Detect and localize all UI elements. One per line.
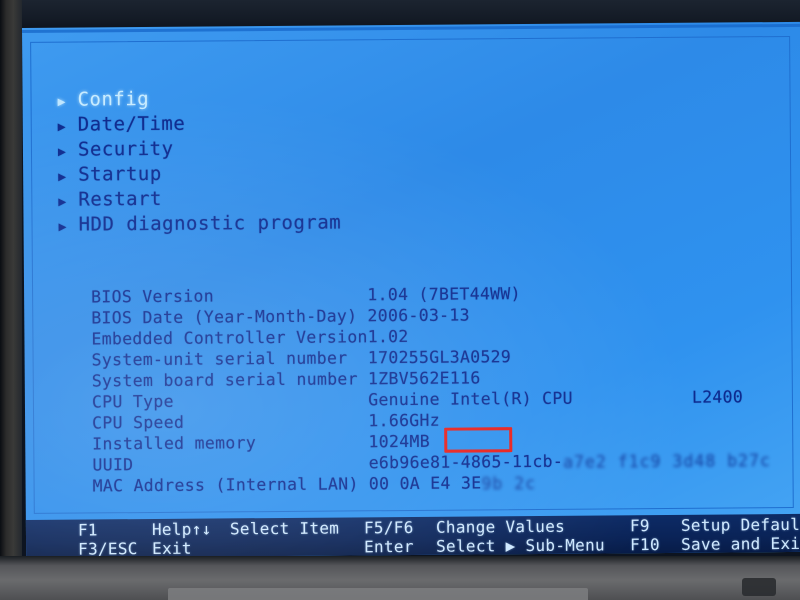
- info-label: Installed memory: [92, 433, 257, 454]
- chevron-right-icon: ▶: [58, 194, 67, 210]
- menu-item-security[interactable]: ▶ Security: [58, 136, 341, 163]
- info-label: System-unit serial number: [91, 348, 348, 370]
- info-label: CPU Speed: [92, 412, 185, 433]
- menu-item-restart[interactable]: ▶ Restart: [58, 186, 341, 213]
- help-action-select-item: Select Item: [229, 518, 340, 539]
- bios-screen: ▶ Config ▶ Date/Time ▶ Security ▶ Startu…: [22, 21, 800, 559]
- bios-content-panel: ▶ Config ▶ Date/Time ▶ Security ▶ Startu…: [30, 35, 794, 514]
- info-value: 00 0A E4 3E: [368, 473, 482, 494]
- menu-item-hdd-diagnostic-program[interactable]: ▶ HDD diagnostic program: [58, 210, 342, 237]
- menu-item-config[interactable]: ▶ Config: [57, 86, 340, 113]
- info-value-cpu-model: L2400: [691, 387, 744, 407]
- laptop-bezel-left: [0, 0, 22, 600]
- laptop-bezel-hinge-strip: [168, 588, 588, 600]
- menu-item-date-time[interactable]: ▶ Date/Time: [58, 111, 341, 138]
- info-value: 1.02: [367, 326, 409, 347]
- help-key-f9[interactable]: F9: [630, 516, 650, 535]
- menu-item-label: HDD diagnostic program: [78, 211, 342, 236]
- help-key-enter[interactable]: Enter: [364, 537, 414, 556]
- help-action-setup-defaults: Setup Defaults: [680, 514, 800, 535]
- info-label: UUID: [92, 455, 134, 475]
- bios-help-bar: F1 Help↑↓ Select Item F5/F6 Change Value…: [25, 513, 800, 559]
- menu-item-label: Startup: [78, 162, 162, 186]
- help-action-save-and-exit: Save and Exit: [681, 533, 800, 554]
- info-label: Embedded Controller Version: [91, 327, 368, 349]
- info-label: BIOS Version: [91, 286, 214, 307]
- chevron-right-icon: ▶: [57, 119, 67, 135]
- uuid-redacted-tail: a7e2 f1c9 3d48 b27c: [563, 451, 771, 472]
- info-value: 2006-03-13: [367, 305, 470, 326]
- system-information-table: BIOS Version 1.04 (7BET44WW) BIOS Date (…: [91, 281, 771, 496]
- menu-item-label: Restart: [78, 187, 163, 211]
- info-row-mac-address: MAC Address (Internal LAN) 00 0A E4 3E9b…: [93, 470, 772, 496]
- info-value: 170255GL3A0529: [367, 347, 512, 368]
- help-action-help: Help↑↓: [151, 519, 212, 539]
- help-action-change-values: Change Values: [435, 516, 566, 537]
- help-action-select-submenu: Select ▶ Sub-Menu: [436, 535, 606, 556]
- laptop-bezel-corner-latch: [742, 578, 776, 596]
- bios-main-menu: ▶ Config ▶ Date/Time ▶ Security ▶ Startu…: [57, 86, 342, 238]
- menu-item-label: Security: [77, 137, 174, 161]
- chevron-right-icon: ▶: [57, 144, 67, 160]
- info-value: Genuine Intel(R) CPU: [368, 388, 573, 410]
- chevron-right-icon: ▶: [58, 169, 67, 185]
- info-value: 1ZBV562E116: [367, 368, 481, 389]
- info-label: MAC Address (Internal LAN): [92, 474, 359, 496]
- help-key-f5-f6[interactable]: F5/F6: [364, 518, 414, 537]
- installed-memory-highlight-box: [444, 427, 513, 453]
- info-label: System board serial number: [91, 369, 358, 391]
- help-key-f10[interactable]: F10: [630, 535, 660, 554]
- info-value: e6b96e81-4865-11cb-: [368, 451, 564, 473]
- chevron-right-icon: ▶: [57, 94, 66, 110]
- info-value-installed-memory: 1024MB: [368, 431, 430, 452]
- help-key-f1[interactable]: F1: [78, 520, 98, 539]
- info-value: 1.66GHz: [368, 410, 441, 431]
- info-value: 1.04 (7BET44WW): [367, 284, 521, 305]
- menu-item-label: Date/Time: [77, 112, 186, 136]
- info-label: BIOS Date (Year-Month-Day): [91, 306, 358, 328]
- info-label: CPU Type: [91, 391, 174, 412]
- menu-item-startup[interactable]: ▶ Startup: [58, 161, 341, 188]
- bios-setup-screenshot: ▶ Config ▶ Date/Time ▶ Security ▶ Startu…: [0, 0, 800, 600]
- chevron-right-icon: ▶: [58, 219, 67, 235]
- mac-address-redacted-tail: 9b 2c: [481, 473, 537, 494]
- menu-item-label: Config: [77, 88, 150, 111]
